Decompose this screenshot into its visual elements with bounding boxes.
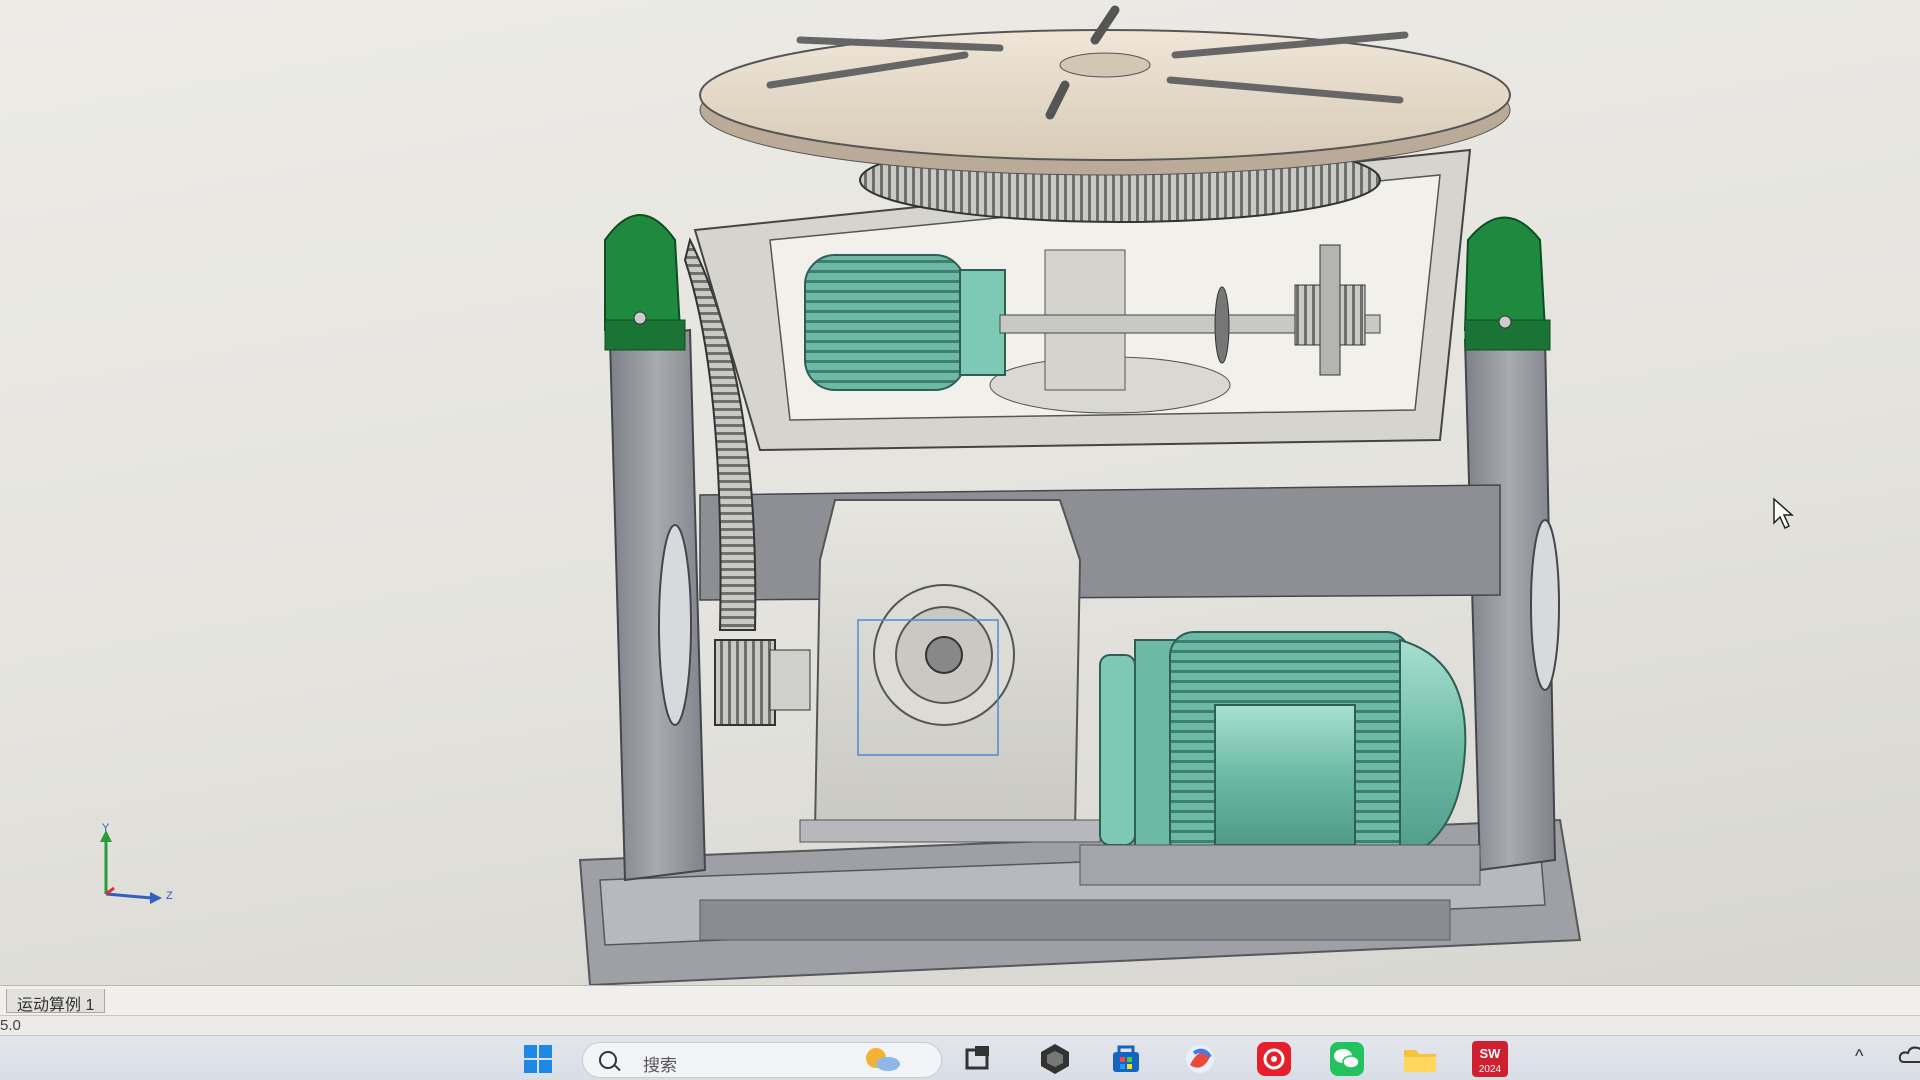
status-value: 5.0: [0, 1017, 21, 1034]
tray-overflow-chevron-icon[interactable]: ^: [1855, 1046, 1863, 1067]
turntable[interactable]: [699, 5, 1511, 176]
triad-z-label: Z: [166, 890, 173, 902]
right-bearing-block[interactable]: [1463, 216, 1551, 351]
triad-y-label: Y: [102, 822, 110, 834]
app-hexagon-icon[interactable]: [1033, 1040, 1077, 1078]
right-upright[interactable]: [1463, 333, 1560, 872]
media-player-icon[interactable]: [1178, 1040, 1222, 1078]
solidworks-2024-icon[interactable]: SW 2024: [1468, 1040, 1512, 1078]
left-upright[interactable]: [608, 328, 707, 882]
solidworks-badge: 2024: [1479, 1064, 1502, 1075]
task-view-icon[interactable]: [956, 1040, 1000, 1078]
graphics-viewport[interactable]: Y Z: [0, 0, 1920, 985]
mouse-pointer-icon: [1773, 497, 1794, 530]
worm-gearbox[interactable]: [799, 499, 1101, 843]
left-bearing-block[interactable]: [604, 214, 686, 351]
motion-study-tab-bar: 运动算例 1: [0, 985, 1920, 1015]
weather-widget-icon[interactable]: [860, 1040, 904, 1078]
cad-model-welding-positioner[interactable]: [0, 0, 1920, 985]
microsoft-store-icon[interactable]: [1104, 1040, 1148, 1078]
windows-start-icon[interactable]: [516, 1040, 560, 1078]
search-placeholder: 搜索: [643, 1056, 677, 1075]
motion-study-tab[interactable]: 运动算例 1: [6, 989, 106, 1014]
svg-text:SW: SW: [1480, 1046, 1502, 1061]
windows-taskbar: 搜索 SW 2024 ^: [0, 1035, 1920, 1080]
status-bar: 5.0: [0, 1015, 1920, 1035]
lower-drive-motor[interactable]: [1079, 631, 1481, 886]
pinion-gear[interactable]: [714, 639, 811, 726]
onedrive-cloud-icon[interactable]: [1898, 1044, 1920, 1066]
wechat-icon[interactable]: [1325, 1040, 1369, 1078]
file-explorer-icon[interactable]: [1398, 1040, 1442, 1078]
axis-arrows-icon: [100, 830, 162, 904]
search-icon: [599, 1051, 617, 1069]
coordinate-triad: Y Z: [92, 822, 192, 908]
netease-music-icon[interactable]: [1252, 1040, 1296, 1078]
